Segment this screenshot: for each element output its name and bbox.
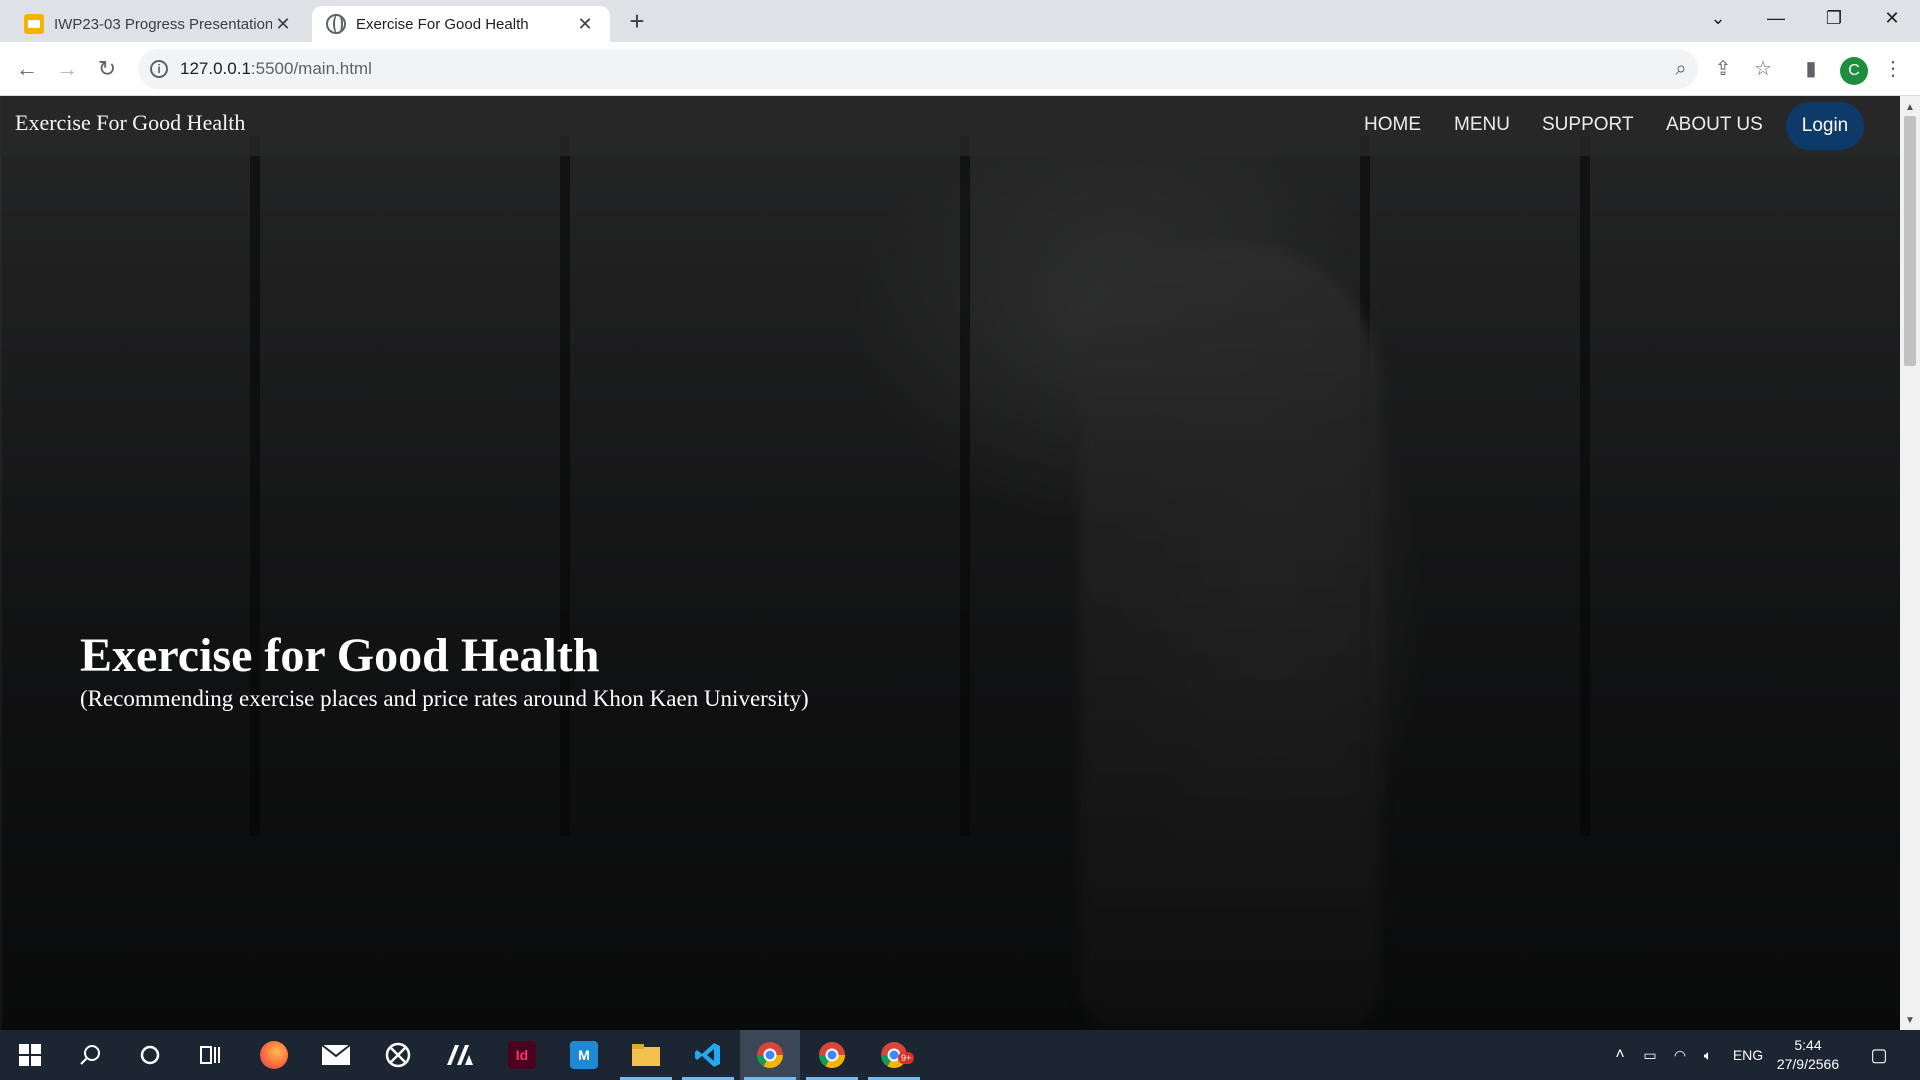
- hero-title: Exercise for Good Health: [80, 629, 600, 682]
- language-indicator[interactable]: ENG: [1728, 1030, 1768, 1080]
- task-view-icon[interactable]: [180, 1030, 240, 1080]
- hero-subtitle: (Recommending exercise places and price …: [80, 686, 809, 711]
- nav-about-us[interactable]: ABOUT US: [1666, 114, 1763, 136]
- hero-overlay: [0, 96, 1900, 1030]
- minimize-icon[interactable]: —: [1748, 0, 1804, 36]
- browser-tab-strip: IWP23-03 Progress Presentation ✕ Exercis…: [0, 0, 1920, 42]
- chrome-icon[interactable]: 9+: [864, 1030, 924, 1080]
- tray-overflow-chevron-icon[interactable]: ˄: [1608, 1030, 1632, 1080]
- back-arrow-icon[interactable]: ←: [12, 54, 42, 84]
- close-window-icon[interactable]: ✕: [1864, 0, 1920, 36]
- windows-start-icon[interactable]: [0, 1030, 60, 1080]
- vscode-icon[interactable]: [678, 1030, 738, 1080]
- scroll-thumb[interactable]: [1904, 116, 1916, 366]
- ata-icon[interactable]: [430, 1030, 490, 1080]
- reload-icon[interactable]: ↻: [92, 54, 122, 84]
- globe-icon: [326, 14, 346, 34]
- cortana-icon[interactable]: [120, 1030, 180, 1080]
- mail-icon[interactable]: [306, 1030, 366, 1080]
- page-scrollbar[interactable]: ▲ ▼: [1900, 96, 1920, 1030]
- notification-badge: 9+: [898, 1052, 915, 1064]
- site-navbar: Exercise For Good Health HOME MENU SUPPO…: [0, 96, 1900, 156]
- profile-avatar[interactable]: C: [1840, 57, 1868, 85]
- file-explorer-icon[interactable]: [616, 1030, 676, 1080]
- nav-menu[interactable]: MENU: [1454, 114, 1510, 136]
- side-panel-icon[interactable]: ▮: [1798, 56, 1824, 82]
- mata-label: M: [570, 1041, 598, 1069]
- tab-search-chevron-icon[interactable]: ⌄: [1690, 0, 1746, 36]
- scroll-up-arrow-icon[interactable]: ▲: [1900, 102, 1920, 113]
- volume-icon[interactable]: 🔈︎: [1696, 1030, 1720, 1080]
- tab-progress-presentation[interactable]: IWP23-03 Progress Presentation ✕: [10, 6, 308, 42]
- clock-time: 5:44: [1794, 1037, 1822, 1053]
- tab-exercise-for-good-health[interactable]: Exercise For Good Health ✕: [312, 6, 610, 42]
- tab-title: IWP23-03 Progress Presentation: [54, 15, 272, 33]
- notification-center-icon[interactable]: ▢: [1864, 1030, 1894, 1080]
- clock-date: 27/9/2566: [1776, 1056, 1840, 1072]
- url-host: 127.0.0.1: [180, 59, 251, 78]
- search-icon[interactable]: [60, 1030, 120, 1080]
- nav-support[interactable]: SUPPORT: [1542, 114, 1634, 136]
- bookmark-star-icon[interactable]: ☆: [1750, 56, 1776, 82]
- url-path: :5500/main.html: [250, 59, 372, 78]
- share-icon[interactable]: ⇪: [1710, 56, 1736, 82]
- tab-title: Exercise For Good Health: [356, 15, 529, 33]
- new-tab-button[interactable]: +: [622, 6, 652, 36]
- site-brand[interactable]: Exercise For Good Health: [15, 110, 245, 136]
- xbox-icon[interactable]: [368, 1030, 428, 1080]
- clock[interactable]: 5:44 27/9/2566: [1766, 1036, 1850, 1074]
- chrome-icon[interactable]: [740, 1030, 800, 1080]
- browser-toolbar: ← → ↻ i 127.0.0.1:5500/main.html ⌕ ⇪ ☆ ▮…: [0, 42, 1920, 96]
- zoom-icon[interactable]: ⌕: [1668, 56, 1694, 82]
- forward-arrow-icon[interactable]: →: [52, 54, 82, 84]
- slides-icon: [24, 14, 44, 34]
- restore-icon[interactable]: ❐: [1806, 0, 1862, 36]
- close-icon[interactable]: ✕: [272, 14, 294, 35]
- wifi-icon[interactable]: ◠: [1668, 1030, 1692, 1080]
- windows-taskbar: Id M 9+ ˄ ▭ ◠ 🔈︎ ENG 5:44 27/9/2566 ▢: [0, 1030, 1920, 1080]
- nav-home[interactable]: HOME: [1364, 114, 1421, 136]
- scroll-down-arrow-icon[interactable]: ▼: [1900, 1015, 1920, 1026]
- battery-icon[interactable]: ▭: [1638, 1030, 1662, 1080]
- address-bar[interactable]: i 127.0.0.1:5500/main.html: [138, 49, 1698, 89]
- site-info-icon[interactable]: i: [150, 60, 168, 78]
- indesign-label: Id: [508, 1041, 536, 1069]
- mata-icon[interactable]: M: [554, 1030, 614, 1080]
- page-viewport: Exercise For Good Health HOME MENU SUPPO…: [0, 96, 1900, 1030]
- indesign-icon[interactable]: Id: [492, 1030, 552, 1080]
- more-menu-icon[interactable]: ⋮: [1880, 56, 1906, 82]
- login-button[interactable]: Login: [1786, 102, 1864, 150]
- firefox-icon[interactable]: [244, 1030, 304, 1080]
- chrome-icon[interactable]: [802, 1030, 862, 1080]
- close-icon[interactable]: ✕: [574, 14, 596, 35]
